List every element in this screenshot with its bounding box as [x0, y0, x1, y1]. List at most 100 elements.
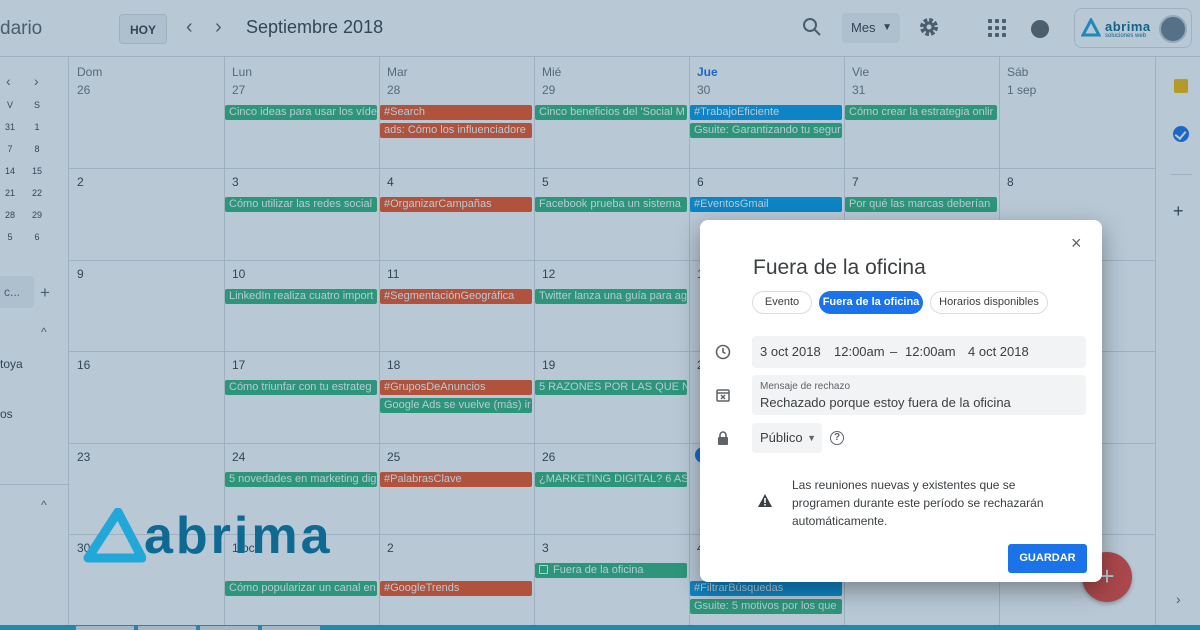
mini-cal-day[interactable]: 5 [0, 232, 20, 242]
calendar-event[interactable]: #EventosGmail [690, 197, 842, 212]
chip-out-of-office[interactable]: Fuera de la oficina [819, 291, 923, 314]
taskbar-item[interactable] [76, 626, 134, 630]
day-number[interactable]: 17 [232, 358, 245, 372]
day-number[interactable]: 27 [232, 83, 245, 97]
calendar-event[interactable]: #PalabrasClave [380, 472, 532, 487]
tasks-check-icon[interactable] [1173, 126, 1189, 142]
calendar-event[interactable]: #GoogleTrends [380, 581, 532, 596]
sidebar-item-calendar[interactable]: toya [0, 357, 23, 371]
collapse-my-calendars-button[interactable]: ^ [41, 325, 47, 339]
day-number[interactable]: 11 [387, 267, 399, 281]
day-number[interactable]: 25 [387, 450, 400, 464]
next-month-button[interactable]: › [215, 16, 222, 39]
calendar-event[interactable]: #Search [380, 105, 532, 120]
day-number[interactable]: 5 [542, 175, 549, 189]
calendar-event[interactable]: Facebook prueba un sistema [535, 197, 687, 212]
mini-cal-next-button[interactable]: › [34, 73, 39, 89]
day-number[interactable]: 2 [77, 175, 84, 189]
day-number[interactable]: 3 [542, 541, 549, 555]
day-number[interactable]: 1 sep [1007, 83, 1036, 97]
end-date-field[interactable]: 4 oct 2018 [968, 336, 1029, 368]
calendar-event[interactable]: Cinco beneficios del 'Social M [535, 105, 687, 120]
mini-cal-day[interactable]: 8 [27, 144, 47, 154]
today-button[interactable]: HOY [119, 14, 167, 44]
mini-cal-day[interactable]: 29 [27, 210, 47, 220]
calendar-event[interactable]: #TrabajoEficiente [690, 105, 842, 120]
day-number[interactable]: 10 [232, 267, 245, 281]
chip-working-hours[interactable]: Horarios disponibles [930, 291, 1048, 314]
search-icon[interactable] [802, 17, 822, 37]
calendar-event[interactable]: Google Ads se vuelve (más) ir [380, 398, 532, 413]
day-number[interactable]: 26 [542, 450, 555, 464]
calendar-event[interactable]: Cómo popularizar un canal en [225, 581, 377, 596]
mini-cal-day[interactable]: 31 [0, 122, 20, 132]
mini-cal-day[interactable]: 14 [0, 166, 20, 176]
keep-notes-icon[interactable] [1174, 79, 1188, 93]
taskbar-item[interactable] [262, 626, 320, 630]
taskbar-item[interactable] [200, 626, 258, 630]
day-number[interactable]: 7 [852, 175, 859, 189]
mini-cal-day[interactable]: 1 [27, 122, 47, 132]
day-number[interactable]: 4 [387, 175, 394, 189]
calendar-event[interactable]: Gsuite: Garantizando tu segur [690, 123, 842, 138]
day-number[interactable]: 29 [542, 83, 555, 97]
day-number[interactable]: 19 [542, 358, 555, 372]
mini-cal-day[interactable]: 6 [27, 232, 47, 242]
day-number[interactable]: 6 [697, 175, 704, 189]
calendar-event[interactable]: 5 novedades en marketing dig [225, 472, 377, 487]
out-of-office-event[interactable]: Fuera de la oficina [535, 563, 687, 578]
account-switcher[interactable]: abrima soluciones web [1074, 8, 1192, 48]
help-icon[interactable]: ? [830, 431, 844, 445]
decline-message-value[interactable]: Rechazado porque estoy fuera de la ofici… [760, 395, 1011, 410]
expand-panel-button[interactable]: › [1176, 591, 1181, 607]
calendar-event[interactable]: Cómo triunfar con tu estrateg [225, 380, 377, 395]
calendar-event[interactable]: Twitter lanza una guía para ag [535, 289, 687, 304]
calendar-event[interactable]: 5 RAZONES POR LAS QUE NE [535, 380, 687, 395]
calendar-event[interactable]: #OrganizarCampañas [380, 197, 532, 212]
calendar-event[interactable]: #FiltrarBúsquedas [690, 581, 842, 596]
sidebar-item-calendar[interactable]: os [0, 407, 13, 421]
calendar-event[interactable]: Por qué las marcas deberían [845, 197, 997, 212]
save-button[interactable]: GUARDAR [1008, 544, 1087, 573]
taskbar-item[interactable] [138, 626, 196, 630]
mini-cal-day[interactable]: 28 [0, 210, 20, 220]
add-addon-button[interactable]: + [1173, 201, 1184, 222]
calendar-event[interactable]: ¿MARKETING DIGITAL? 6 ASI [535, 472, 687, 487]
decline-message-field[interactable]: Mensaje de rechazo Rechazado porque esto… [752, 375, 1086, 415]
calendar-event[interactable]: #GruposDeAnuncios [380, 380, 532, 395]
day-number[interactable]: 8 [1007, 175, 1014, 189]
calendar-event[interactable]: ads: Cómo los influenciadore [380, 123, 532, 138]
day-number[interactable]: 28 [387, 83, 400, 97]
day-number[interactable]: 30 [697, 83, 710, 97]
calendar-event[interactable]: Cómo crear la estrategia onlir [845, 105, 997, 120]
calendar-event[interactable]: Gsuite: 5 motivos por los que [690, 599, 842, 614]
start-date-field[interactable]: 3 oct 2018 [760, 336, 821, 368]
calendar-event[interactable]: #SegmentaciónGeográfica [380, 289, 532, 304]
start-time-field[interactable]: 12:00am [834, 336, 885, 368]
day-number[interactable]: 18 [387, 358, 400, 372]
prev-month-button[interactable]: ‹ [186, 16, 193, 39]
calendar-event[interactable]: LinkedIn realiza cuatro import [225, 289, 377, 304]
mini-cal-day[interactable]: 15 [27, 166, 47, 176]
mini-cal-day[interactable]: 22 [27, 188, 47, 198]
mini-cal-prev-button[interactable]: ‹ [6, 73, 11, 89]
mini-cal-day[interactable]: 21 [0, 188, 20, 198]
mini-cal-day[interactable]: 7 [0, 144, 20, 154]
end-time-field[interactable]: 12:00am [905, 336, 956, 368]
calendar-event[interactable]: Cinco ideas para usar los víde [225, 105, 377, 120]
apps-grid-icon[interactable] [988, 19, 1006, 37]
day-number[interactable]: 24 [232, 450, 245, 464]
calendar-event[interactable]: Cómo utilizar las redes social [225, 197, 377, 212]
notification-bell-icon[interactable] [1031, 20, 1049, 38]
collapse-other-calendars-button[interactable]: ^ [41, 498, 47, 512]
day-number[interactable]: 23 [77, 450, 90, 464]
avatar[interactable] [1159, 15, 1187, 43]
day-number[interactable]: 9 [77, 267, 84, 281]
day-number[interactable]: 3 [232, 175, 239, 189]
view-selector[interactable]: Mes ▼ [842, 13, 900, 43]
day-number[interactable]: 12 [542, 267, 555, 281]
visibility-select[interactable]: Público ▼ [752, 423, 822, 453]
close-icon[interactable]: × [1071, 233, 1082, 254]
day-number[interactable]: 26 [77, 83, 90, 97]
day-number[interactable]: 16 [77, 358, 90, 372]
